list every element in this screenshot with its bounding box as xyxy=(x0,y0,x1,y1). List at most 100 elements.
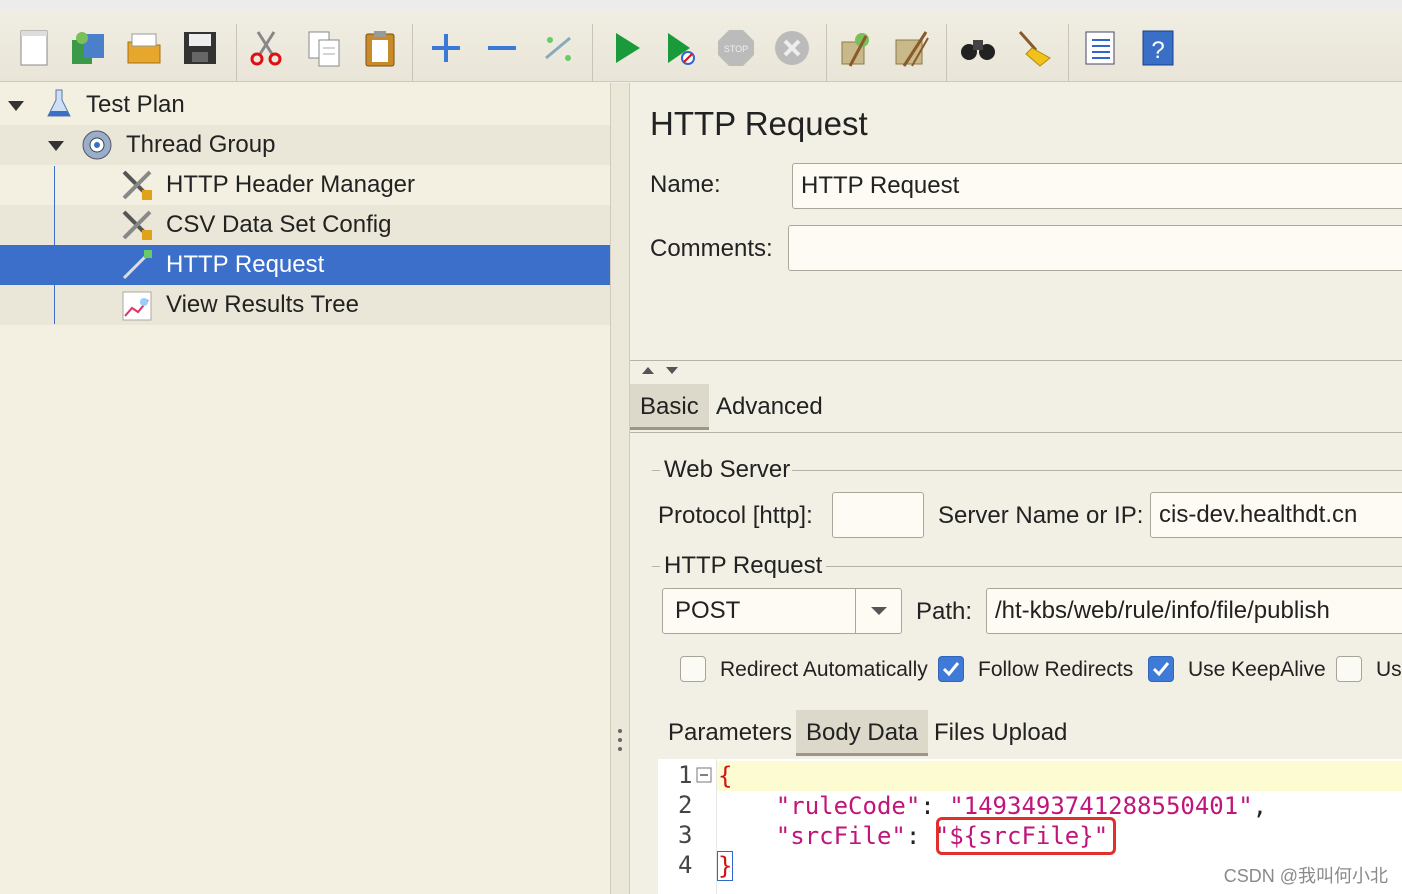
protocol-field[interactable] xyxy=(832,492,924,538)
group-border xyxy=(792,470,1402,471)
tree-item-test-plan[interactable]: Test Plan xyxy=(0,85,610,125)
follow-redirects-checkbox[interactable] xyxy=(938,656,964,682)
checkbox-label: Use KeepAlive xyxy=(1188,658,1326,681)
stop-label: STOP xyxy=(724,44,748,54)
tree-item-label: Thread Group xyxy=(126,131,276,158)
line-number: 1 xyxy=(678,761,693,789)
tree-item-thread-group[interactable]: Thread Group xyxy=(0,125,610,165)
tree-item-csv-data-set-config[interactable]: CSV Data Set Config xyxy=(0,205,610,245)
tab-advanced[interactable]: Advanced xyxy=(706,384,833,430)
save-icon[interactable] xyxy=(178,26,222,70)
chevron-down-icon xyxy=(871,607,887,615)
tools-icon xyxy=(122,170,152,200)
code-colon: : xyxy=(905,822,935,850)
code-key: "srcFile" xyxy=(775,822,906,850)
tree-item-http-header-manager[interactable]: HTTP Header Manager xyxy=(0,165,610,205)
tab-files-upload[interactable]: Files Upload xyxy=(924,710,1077,756)
reset-search-icon[interactable] xyxy=(1012,26,1056,70)
gear-icon xyxy=(82,130,112,160)
server-field[interactable]: cis-dev.healthdt.cn xyxy=(1150,492,1402,538)
split-arrows-icon[interactable] xyxy=(640,364,680,376)
code-colon: : xyxy=(920,792,950,820)
line-number: 4 xyxy=(678,851,693,879)
tab-label: Basic xyxy=(640,393,699,420)
checkbox-label: Follow Redirects xyxy=(978,658,1134,681)
tree-item-label: CSV Data Set Config xyxy=(166,211,392,238)
pipette-icon xyxy=(122,250,152,280)
web-server-legend: Web Server xyxy=(664,456,791,483)
new-icon[interactable] xyxy=(12,26,56,70)
shutdown-icon[interactable] xyxy=(770,26,814,70)
help-icon[interactable]: ? xyxy=(1136,26,1180,70)
tree-item-view-results-tree[interactable]: View Results Tree xyxy=(0,285,610,325)
page-title: HTTP Request xyxy=(650,105,868,142)
comments-field[interactable] xyxy=(788,225,1402,271)
tree-item-label: View Results Tree xyxy=(166,291,359,318)
panel-splitter[interactable] xyxy=(610,83,630,894)
method-value: POST xyxy=(675,597,741,624)
comments-label: Comments: xyxy=(650,235,773,262)
tab-label: Files Upload xyxy=(934,719,1068,746)
flask-icon xyxy=(47,89,71,117)
server-label: Server Name or IP: xyxy=(938,502,1144,529)
expand-arrow-icon[interactable] xyxy=(8,101,24,111)
function-helper-icon[interactable] xyxy=(1078,26,1122,70)
code-comma: , xyxy=(1252,792,1268,820)
tree-item-label: HTTP Header Manager xyxy=(166,171,415,198)
tree-connector-line xyxy=(54,166,55,324)
path-label: Path: xyxy=(916,598,973,625)
current-line-highlight xyxy=(716,761,1402,791)
tab-label: Advanced xyxy=(716,393,823,420)
tab-label: Parameters xyxy=(668,719,793,746)
start-icon[interactable] xyxy=(604,26,648,70)
copy-icon[interactable] xyxy=(302,26,346,70)
expand-icon[interactable] xyxy=(424,26,468,70)
toolbar: STOP ? xyxy=(0,0,1402,82)
divider xyxy=(630,360,1402,361)
toggle-icon[interactable] xyxy=(536,26,580,70)
use-multipart-checkbox[interactable] xyxy=(1336,656,1362,682)
paste-icon[interactable] xyxy=(358,26,402,70)
path-field[interactable]: /ht-kbs/web/rule/info/file/publish xyxy=(986,588,1402,634)
line-number-gutter: 1 2 3 4 xyxy=(658,759,717,894)
redirect-automatically-checkbox[interactable] xyxy=(680,656,706,682)
search-icon[interactable] xyxy=(956,26,1000,70)
protocol-label: Protocol [http]: xyxy=(658,502,813,529)
http-request-panel: HTTP Request Name: HTTP Request Comments… xyxy=(630,83,1402,894)
test-plan-tree: Test Plan Thread Group HTTP Header Manag… xyxy=(0,83,610,894)
tab-basic[interactable]: Basic xyxy=(630,384,709,430)
code-key: "ruleCode" xyxy=(775,792,921,820)
clear-icon[interactable] xyxy=(834,26,878,70)
open-icon[interactable] xyxy=(122,26,166,70)
clear-all-icon[interactable] xyxy=(890,26,934,70)
tree-item-label: HTTP Request xyxy=(166,251,325,278)
method-select[interactable]: POST xyxy=(662,588,902,634)
stop-icon[interactable]: STOP xyxy=(714,26,758,70)
expand-arrow-icon[interactable] xyxy=(48,141,64,151)
highlight-box xyxy=(936,817,1116,855)
tree-item-http-request[interactable]: HTTP Request xyxy=(0,245,610,285)
code-brace: { xyxy=(718,762,733,790)
line-number: 3 xyxy=(678,821,693,849)
chart-icon xyxy=(122,291,152,321)
http-request-legend: HTTP Request xyxy=(664,552,823,579)
name-field[interactable]: HTTP Request xyxy=(792,163,1402,209)
start-no-pauses-icon[interactable] xyxy=(658,26,702,70)
cut-icon[interactable] xyxy=(244,26,288,70)
tab-body-data[interactable]: Body Data xyxy=(796,710,929,756)
tab-parameters[interactable]: Parameters xyxy=(658,710,802,756)
line-number: 2 xyxy=(678,791,693,819)
group-border xyxy=(652,566,660,567)
svg-text:?: ? xyxy=(1151,37,1164,64)
use-keepalive-checkbox[interactable] xyxy=(1148,656,1174,682)
group-border xyxy=(826,566,1402,567)
tools-icon xyxy=(122,210,152,240)
group-border xyxy=(652,470,660,471)
code-brace: } xyxy=(716,851,734,881)
tab-label: Body Data xyxy=(806,719,919,746)
tree-item-label: Test Plan xyxy=(86,91,185,118)
collapse-icon[interactable] xyxy=(480,26,524,70)
tab-divider xyxy=(630,432,1402,433)
templates-icon[interactable] xyxy=(66,26,110,70)
fold-icon[interactable] xyxy=(696,767,712,783)
